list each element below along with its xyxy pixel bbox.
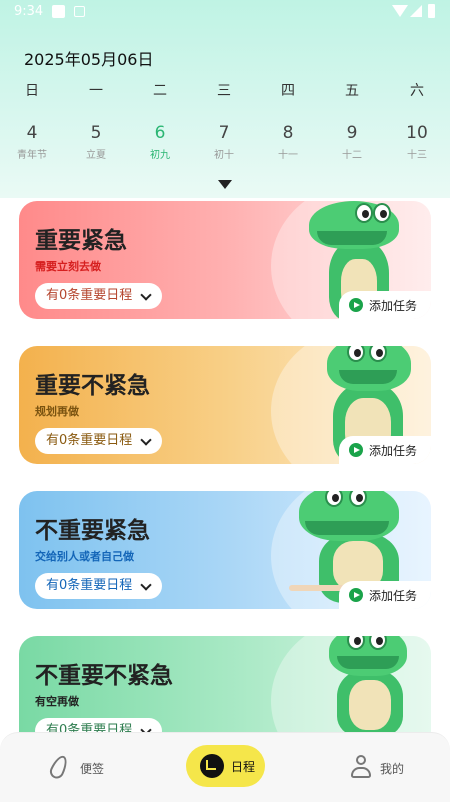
person-icon [351, 755, 371, 779]
card-subtitle: 规划再做 [35, 405, 79, 418]
card-subtitle: 有空再做 [35, 695, 79, 708]
schedule-count-dropdown[interactable]: 有0条重要日程 [35, 428, 163, 454]
card-title: 重要紧急 [35, 228, 127, 254]
day-9[interactable]: 9 [332, 123, 372, 143]
chevron-down-icon [140, 434, 152, 446]
add-task-label: 添加任务 [369, 589, 418, 603]
card-subtitle: 需要立刻去做 [35, 260, 101, 273]
status-time: 9:34 [14, 4, 44, 19]
card-title: 不重要紧急 [35, 518, 150, 544]
clock-icon [200, 754, 224, 778]
day-4[interactable]: 4 [12, 123, 52, 143]
weekday-wed: 三 [217, 83, 231, 99]
app-notification-icon [74, 6, 85, 17]
weekday-tue: 二 [153, 83, 167, 99]
day-8-lunar: 十一 [278, 150, 298, 161]
signal-icon [410, 5, 422, 17]
day-7-lunar: 初十 [214, 150, 234, 161]
dropdown-label: 有0条重要日程 [46, 578, 133, 593]
calendar-header: 9:34 2025年05月06日 日 一 二 三 四 五 六 4 青年节 5 立… [0, 0, 450, 198]
bottom-navigation: 便签 日程 我的 [0, 732, 450, 802]
crocodile-mascot-image [319, 636, 429, 736]
notification-icon [52, 5, 65, 18]
day-10[interactable]: 10 [397, 123, 437, 143]
nav-notes[interactable]: 便签 [0, 733, 150, 802]
quadrant-card-important-urgent[interactable]: 重要紧急 需要立刻去做 有0条重要日程 添加任务 [19, 201, 431, 319]
add-task-button[interactable]: 添加任务 [339, 436, 431, 464]
quadrant-card-important-not-urgent[interactable]: 重要不紧急 规划再做 有0条重要日程 添加任务 [19, 346, 431, 464]
nav-me[interactable]: 我的 [300, 733, 450, 802]
play-circle-icon [349, 443, 363, 457]
nav-me-label: 我的 [380, 762, 405, 776]
day-4-lunar: 青年节 [17, 150, 47, 161]
current-date[interactable]: 2025年05月06日 [24, 46, 153, 70]
weekday-fri: 五 [345, 83, 359, 99]
card-title: 不重要不紧急 [35, 663, 173, 689]
day-6-selected[interactable]: 6 [140, 123, 180, 143]
weekday-sun: 日 [25, 83, 39, 99]
expand-calendar-icon[interactable] [218, 180, 232, 189]
day-10-lunar: 十三 [407, 150, 427, 161]
weekday-thu: 四 [281, 83, 295, 99]
day-5[interactable]: 5 [76, 123, 116, 143]
feather-pen-icon [47, 753, 71, 781]
play-circle-icon [349, 588, 363, 602]
play-circle-icon [349, 298, 363, 312]
battery-icon [428, 4, 435, 18]
status-bar: 9:34 [0, 0, 450, 24]
weekday-mon: 一 [89, 83, 103, 99]
dropdown-label: 有0条重要日程 [46, 433, 133, 448]
schedule-count-dropdown[interactable]: 有0条重要日程 [35, 573, 163, 599]
add-task-label: 添加任务 [369, 444, 418, 458]
quadrant-card-not-important-urgent[interactable]: 不重要紧急 交给别人或者自己做 有0条重要日程 添加任务 [19, 491, 431, 609]
day-8[interactable]: 8 [268, 123, 308, 143]
card-title: 重要不紧急 [35, 373, 150, 399]
day-9-lunar: 十二 [342, 150, 362, 161]
schedule-count-dropdown[interactable]: 有0条重要日程 [35, 283, 163, 309]
add-task-button[interactable]: 添加任务 [339, 291, 431, 319]
wifi-icon [392, 5, 408, 17]
dropdown-label: 有0条重要日程 [46, 288, 133, 303]
chevron-down-icon [140, 579, 152, 591]
card-subtitle: 交给别人或者自己做 [35, 550, 134, 563]
day-5-lunar: 立夏 [86, 150, 106, 161]
nav-notes-label: 便签 [80, 762, 105, 776]
nav-schedule-label: 日程 [231, 760, 256, 774]
day-7[interactable]: 7 [204, 123, 244, 143]
add-task-label: 添加任务 [369, 299, 418, 313]
weekday-sat: 六 [410, 83, 424, 99]
nav-schedule-active[interactable]: 日程 [186, 745, 265, 787]
add-task-button[interactable]: 添加任务 [339, 581, 431, 609]
day-6-lunar: 初九 [150, 150, 170, 161]
chevron-down-icon [140, 289, 152, 301]
